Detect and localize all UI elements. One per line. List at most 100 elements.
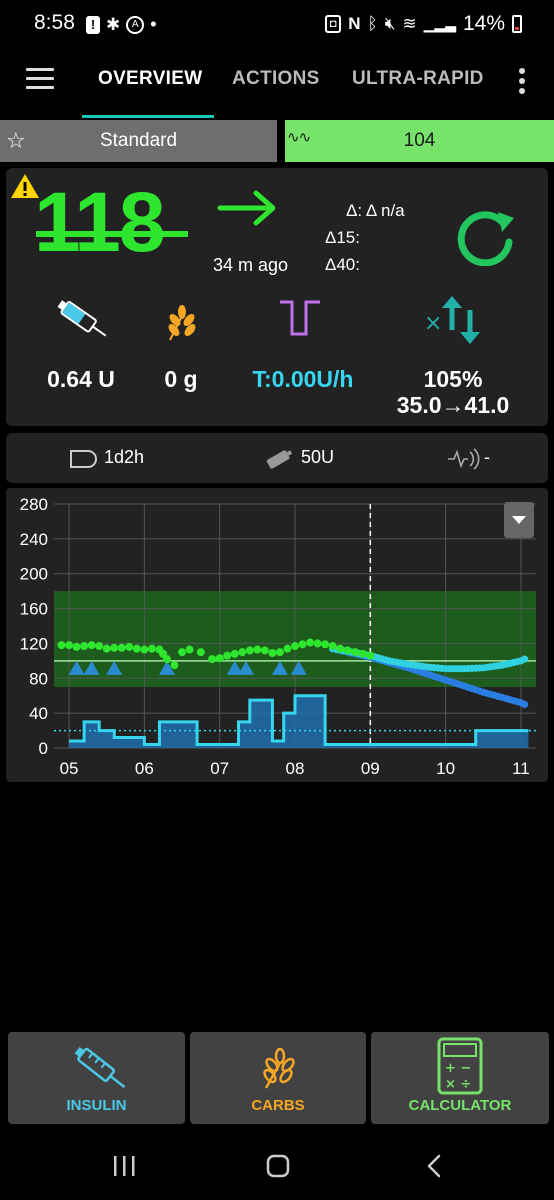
svg-text:× ÷: × ÷ [445,1077,471,1092]
bg-point [65,641,74,650]
bg-point [268,649,277,658]
system-nav-bar [0,1140,554,1200]
calculator-icon: + − × ÷ [437,1037,483,1095]
prediction-high-point [521,655,529,663]
bg-point [102,644,111,653]
cob-value[interactable]: 0 g [146,366,216,393]
target-value: 104 [403,130,436,151]
tab-ultra-rapid[interactable]: ULTRA-RAPID O [352,68,486,90]
bg-point [343,646,352,655]
bg-point [230,649,239,658]
pump-status-row: 1d2h 50U - [6,433,548,483]
alert-icon: ! [86,15,100,34]
insulin-button-label: INSULIN [66,1097,127,1114]
bg-chart[interactable]: 0 40 80 120 160 200 240 280 05 06 07 08 09 10 11 [6,488,548,782]
bg-point [117,643,126,652]
notification-dot: • [150,14,157,34]
y-tick-label: 0 [39,739,48,758]
loop-refresh-icon[interactable] [454,206,518,266]
syringe-icon[interactable] [52,296,114,346]
status-time: 8:58 [34,11,75,34]
basal-area [69,695,529,748]
bg-point [215,654,224,663]
bg-point [196,648,205,657]
cannula-icon [70,450,98,468]
temp-basal-icon[interactable] [276,298,326,340]
signal-icon: ▁▂▃ [423,15,456,32]
battery-percent: 14% [462,12,505,35]
target-button[interactable]: ∿∿ 104 [285,120,554,162]
calculator-button[interactable]: + − × ÷ CALCULATOR [371,1032,549,1124]
nfc-icon: ◘ [325,15,342,33]
recent-apps-icon[interactable] [112,1154,138,1178]
bg-point [170,661,179,670]
bg-point [223,651,232,660]
battery-icon [512,15,522,33]
back-icon[interactable] [424,1154,444,1178]
reservoir-level[interactable]: 50U [301,447,334,468]
autosens-icon[interactable]: × [424,294,490,346]
bg-point [238,648,247,657]
iob-value[interactable]: 0.64 U [26,366,136,393]
syringe-icon [74,1046,126,1089]
carbs-icon [263,1047,295,1089]
y-tick-label: 120 [20,634,48,653]
menu-icon[interactable] [26,68,56,90]
delta-label: Δ: Δ n/a [346,201,405,220]
autosens-percent[interactable]: 105% [380,366,526,393]
bg-point [147,644,156,653]
x-tick-label: 10 [436,759,455,778]
calculator-button-label: CALCULATOR [408,1097,512,1114]
carbs-button[interactable]: CARBS [190,1032,366,1124]
temp-basal-value[interactable]: T:0.00U/h [230,366,376,393]
bg-point [275,648,284,657]
x-tick-label: 09 [361,759,380,778]
selected-tab-indicator [82,115,214,118]
reservoir-icon [266,450,293,469]
carbs-icon[interactable] [162,302,202,342]
tab-overview[interactable]: OVERVIEW [98,68,202,90]
sensor-age[interactable]: - [484,447,490,468]
x-tick-label: 06 [135,759,154,778]
prediction-low-point [521,700,529,709]
bg-point [125,642,134,651]
bg-point [253,645,262,654]
overflow-menu-icon[interactable] [514,66,530,96]
overview-card: 118 34 m ago Δ: Δ n/a Δ15: Δ40: × 0.64 U… [6,168,548,426]
carbs-button-label: CARBS [251,1097,305,1114]
bg-point [132,644,141,653]
y-tick-label: 160 [20,600,48,619]
x-tick-label: 07 [210,759,229,778]
chart-menu-button[interactable] [504,502,534,538]
cannula-age[interactable]: 1d2h [104,447,144,468]
glucose-stale-strike [36,231,188,237]
time-ago: 34 m ago [213,255,289,275]
bg-point [306,638,315,647]
home-icon[interactable] [266,1154,292,1178]
profile-button[interactable]: ☆ Standard [0,120,277,162]
trend-arrow-icon [217,190,276,226]
y-tick-label: 80 [29,669,48,688]
bg-point [57,641,66,650]
insulin-button[interactable]: INSULIN [8,1032,185,1124]
bg-point [80,642,89,651]
x-tick-label: 11 [512,759,530,778]
bg-point [336,644,345,653]
tab-actions[interactable]: ACTIONS [232,68,320,90]
svg-text:×: × [424,311,442,336]
system-icons: ◘ N ᛒ 🔇︎ ≋ ▁▂▃ 14% [325,12,522,36]
n-icon: N [348,14,361,33]
bg-point [321,640,330,649]
bg-point [298,640,307,649]
x-tick-label: 05 [60,759,79,778]
glucose-value[interactable]: 118 [34,174,166,270]
profile-name: Standard [99,130,178,151]
bg-point [110,643,119,652]
x-tick-label: 08 [286,759,305,778]
bg-point [291,642,299,651]
autosens-range[interactable]: 35.0→41.0 [380,392,526,419]
delta40-label: Δ40: [325,255,360,274]
notification-icons: ! ✱ A • [86,14,157,35]
bg-point [283,644,292,653]
bg-point [185,645,194,654]
